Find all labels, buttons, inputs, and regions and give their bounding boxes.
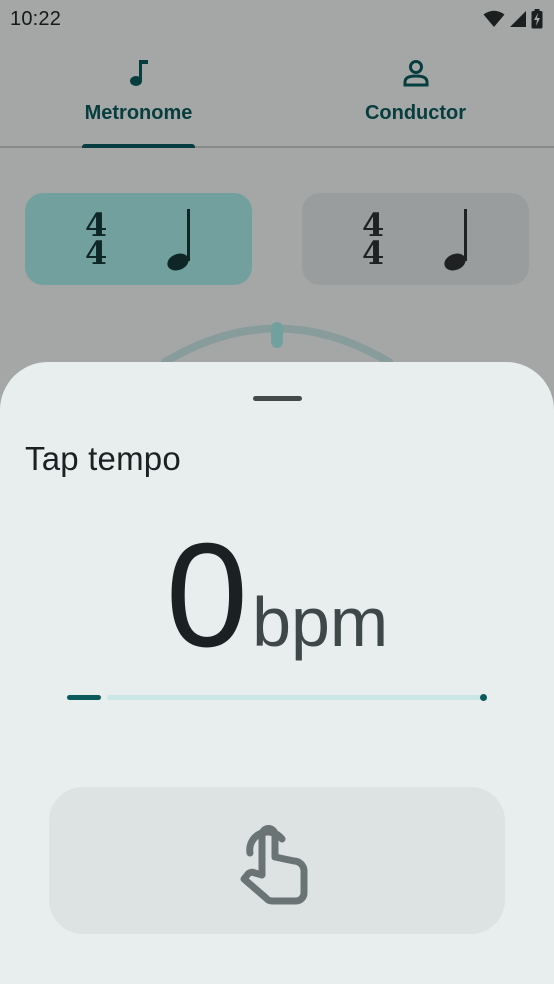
bpm-readout: 0 bpm (0, 522, 554, 672)
tap-progress-bar (67, 694, 487, 702)
bpm-unit: bpm (252, 583, 389, 661)
touch-tap-icon (240, 824, 308, 904)
sheet-title: Tap tempo (25, 440, 181, 477)
progress-track (107, 695, 481, 700)
progress-end-dot (480, 694, 487, 701)
tap-tempo-sheet: Tap tempo 0 bpm (0, 362, 554, 984)
bpm-value: 0 (165, 513, 249, 678)
drag-handle[interactable] (253, 396, 302, 401)
tap-button[interactable] (49, 787, 505, 934)
progress-fill (67, 695, 101, 700)
